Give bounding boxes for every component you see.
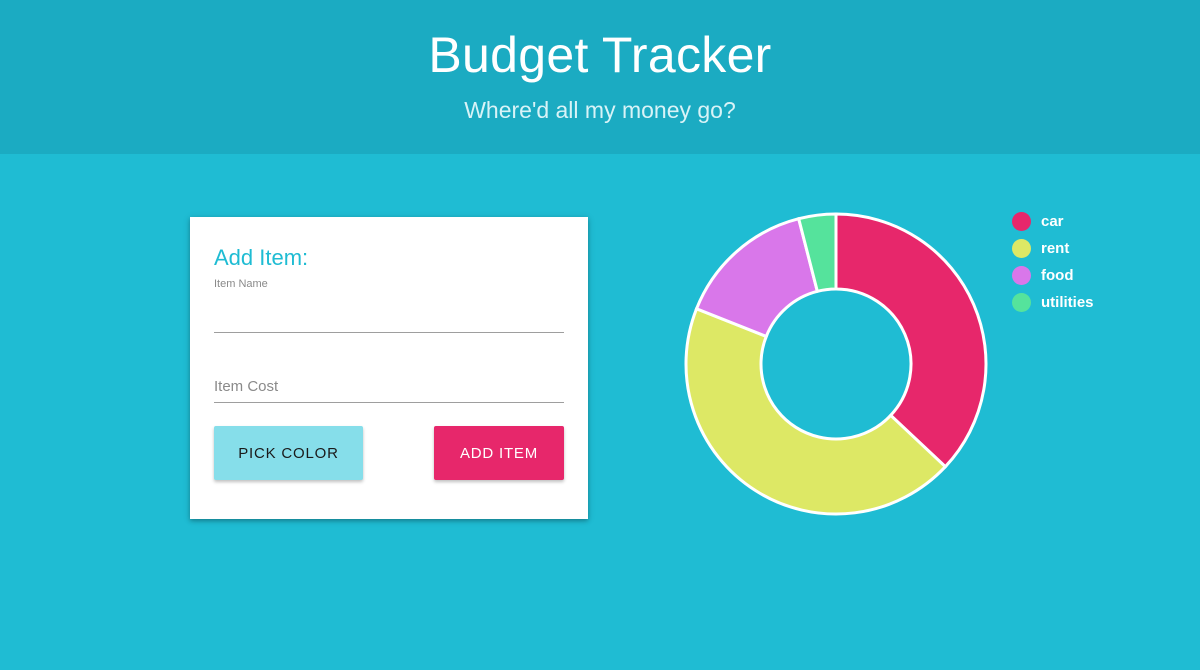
add-item-card: Add Item: Item Name PICK COLOR ADD ITEM — [190, 217, 588, 519]
legend-label: food — [1041, 267, 1074, 284]
legend-label: rent — [1041, 240, 1070, 257]
legend-item-car[interactable]: car — [1012, 208, 1192, 235]
app-header: Budget Tracker Where'd all my money go? — [0, 0, 1200, 154]
legend-label: car — [1041, 213, 1064, 230]
legend-item-rent[interactable]: rent — [1012, 235, 1192, 262]
legend-item-food[interactable]: food — [1012, 262, 1192, 289]
pick-color-button[interactable]: PICK COLOR — [214, 426, 363, 480]
legend-swatch — [1012, 293, 1031, 312]
budget-doughnut-chart — [684, 212, 988, 516]
item-name-label: Item Name — [214, 278, 268, 290]
legend-swatch — [1012, 212, 1031, 231]
legend-swatch — [1012, 266, 1031, 285]
slice-car[interactable] — [834, 212, 988, 469]
item-cost-input[interactable] — [214, 363, 564, 403]
chart-legend: car rent food utilities — [1012, 208, 1192, 316]
app-subtitle: Where'd all my money go? — [464, 97, 736, 123]
legend-item-utilities[interactable]: utilities — [1012, 289, 1192, 316]
item-name-input[interactable] — [214, 295, 564, 333]
legend-swatch — [1012, 239, 1031, 258]
add-item-button[interactable]: ADD ITEM — [434, 426, 564, 480]
app-title: Budget Tracker — [428, 27, 772, 83]
add-item-heading: Add Item: — [214, 245, 309, 270]
legend-label: utilities — [1041, 294, 1094, 311]
